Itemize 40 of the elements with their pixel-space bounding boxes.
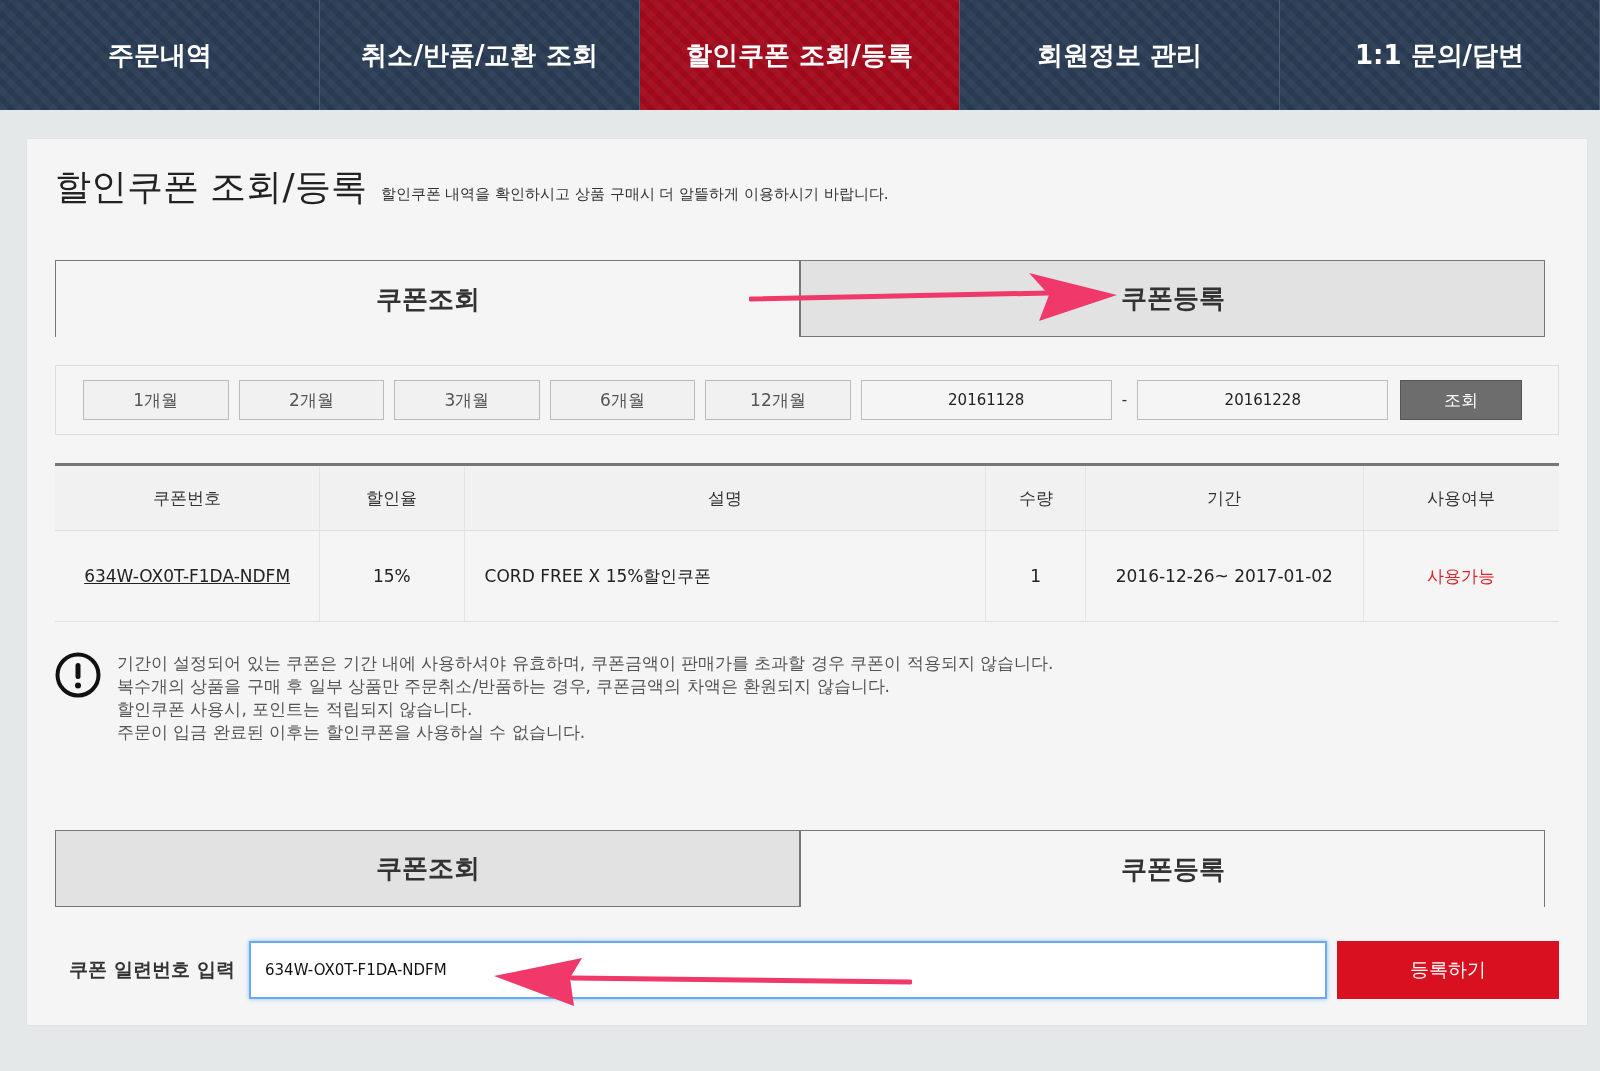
notice-text: 주문이 입금 완료된 이후는 할인쿠폰을 사용하실 수 없습니다.	[117, 721, 587, 744]
notice-text: 복수개의 상품을 구매 후 일부 상품만 주문취소/반품하는 경우, 쿠폰금액의 차액은 환원되지 않습니다.	[117, 675, 891, 698]
column-header: 할인율	[319, 464, 465, 531]
field-label: 쿠폰 일련번호 입력	[68, 957, 236, 982]
search-button[interactable]: 조회	[1400, 380, 1522, 420]
table-cell: 1	[985, 530, 1086, 622]
status-text: 사용가능	[1427, 565, 1496, 586]
page-title: 할인쿠폰 조회/등록	[55, 165, 367, 209]
page-subtitle: 할인쿠폰 내역을 확인하시고 상품 구매시 더 알뜰하게 이용하시기 바랍니다.	[380, 185, 889, 204]
warning-icon	[55, 652, 101, 698]
tab[interactable]: 쿠폰조회	[55, 830, 800, 907]
column-header: 기간	[1085, 464, 1364, 531]
period-button[interactable]: 3개월	[394, 380, 540, 420]
table-cell: 15%	[319, 530, 465, 622]
column-header: 설명	[464, 464, 986, 531]
date-field[interactable]: 20161128	[860, 380, 1112, 420]
nav-tab[interactable]: 주문내역	[0, 0, 320, 110]
selected-tab[interactable]: 쿠폰등록	[800, 830, 1545, 907]
nav-tab[interactable]: 회원정보 관리	[960, 0, 1280, 110]
nav-tab[interactable]: 취소/반품/교환 조회	[320, 0, 640, 110]
coupon-number-field[interactable]: 634W-OX0T-F1DA-NDFM	[249, 941, 1327, 999]
period-button[interactable]: 2개월	[238, 380, 385, 420]
date-separator: -	[1121, 391, 1128, 409]
period-button[interactable]: 6개월	[549, 380, 696, 420]
nav-tab[interactable]: 할인쿠폰 조회/등록	[640, 0, 960, 110]
column-header: 수량	[985, 464, 1086, 531]
notice-text: 할인쿠폰 사용시, 포인트는 적립되지 않습니다.	[117, 698, 474, 721]
notice-text: 기간이 설정되어 있는 쿠폰은 기간 내에 사용하셔야 유효하며, 쿠폰금액이 판매가를 초과할 경우 쿠폰이 적용되지 않습니다.	[117, 652, 1054, 675]
table-cell: 2016-12-26~ 2017-01-02	[1085, 530, 1364, 622]
table-cell: CORD FREE X 15%할인쿠폰	[464, 530, 986, 622]
tab[interactable]: 쿠폰등록	[800, 260, 1545, 337]
selected-tab[interactable]: 쿠폰조회	[55, 260, 800, 337]
nav-tab[interactable]: 1:1 문의/답변	[1280, 0, 1600, 110]
register-button[interactable]: 등록하기	[1337, 941, 1559, 999]
column-header: 사용여부	[1363, 464, 1559, 531]
date-field[interactable]: 20161228	[1137, 380, 1389, 420]
period-button[interactable]: 12개월	[705, 380, 851, 420]
coupon-code-link[interactable]: 634W-OX0T-F1DA-NDFM	[84, 566, 291, 586]
period-button[interactable]: 1개월	[83, 380, 229, 420]
column-header: 쿠폰번호	[55, 464, 320, 531]
